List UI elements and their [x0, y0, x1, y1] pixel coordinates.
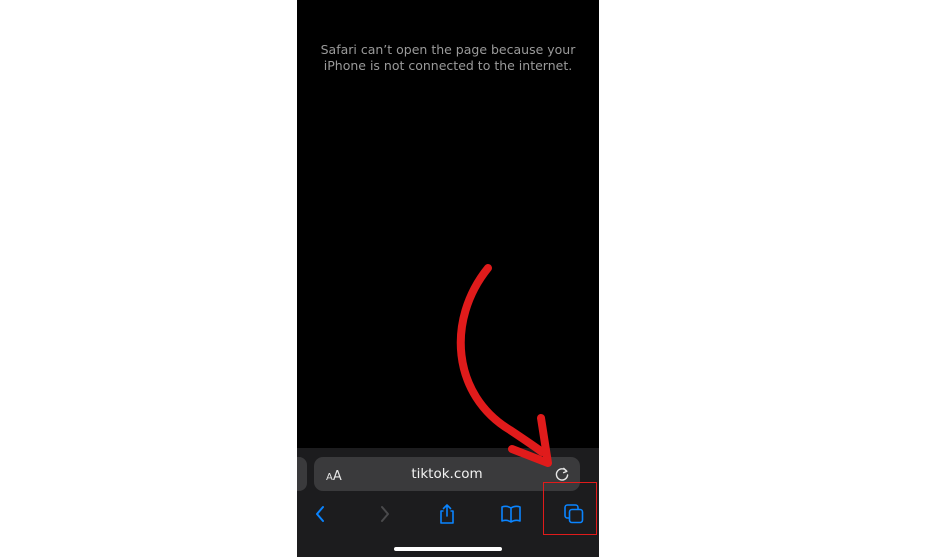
error-message: Safari can’t open the page because your … — [320, 42, 576, 73]
back-button[interactable] — [306, 500, 334, 528]
home-indicator[interactable] — [394, 547, 502, 551]
share-icon — [440, 504, 454, 524]
previous-tab-peek[interactable] — [297, 457, 307, 491]
forward-button[interactable] — [371, 500, 399, 528]
phone-screen: Safari can’t open the page because your … — [297, 0, 599, 557]
share-button[interactable] — [433, 500, 461, 528]
bookmarks-button[interactable] — [497, 500, 525, 528]
forward-icon — [381, 506, 389, 522]
annotation-highlight-box — [543, 482, 597, 535]
url-text[interactable]: tiktok.com — [314, 466, 580, 482]
address-bar[interactable]: AA tiktok.com — [314, 457, 580, 491]
reload-icon[interactable] — [554, 466, 570, 482]
bookmarks-icon — [501, 505, 521, 523]
back-icon — [316, 506, 324, 522]
